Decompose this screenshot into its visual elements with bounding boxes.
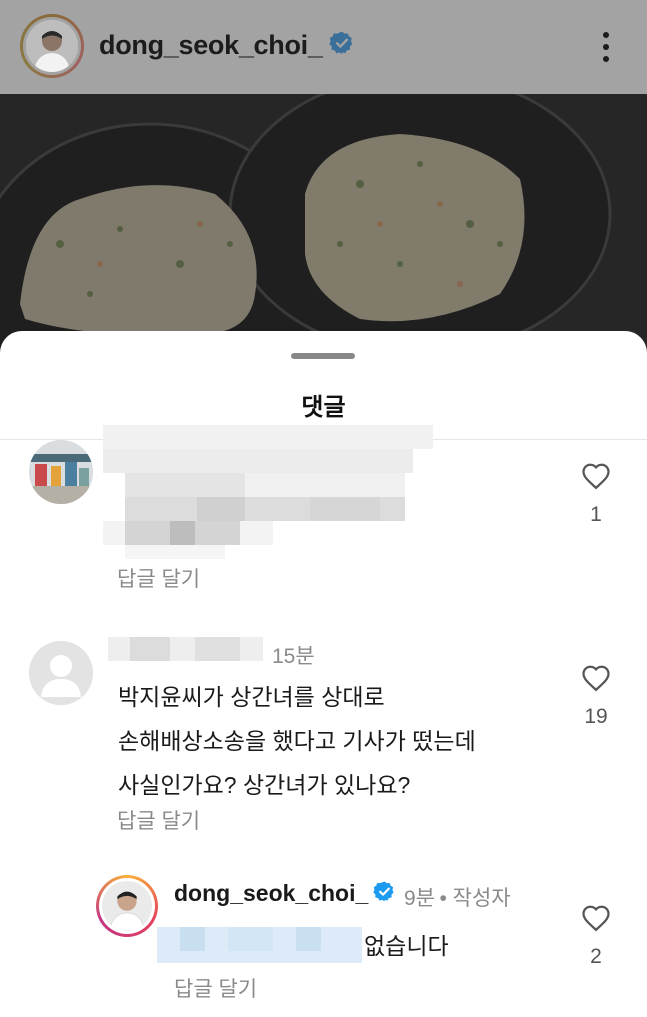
sheet-title: 댓글 (301, 394, 346, 421)
comments-sheet: 댓글 답글 달기 1 15분 박지윤씨가 상간녀를 상대로 손해배상소송을 했다… (0, 331, 647, 1017)
default-avatar-icon (29, 641, 93, 705)
post-username-text[interactable]: dong_seok_choi_ (99, 30, 323, 60)
comment-2-avatar[interactable] (29, 641, 93, 705)
reply-text: 없습니다 (364, 933, 449, 959)
verified-badge-icon (373, 880, 396, 909)
comment-2-reply-button[interactable]: 답글 달기 (117, 805, 200, 835)
reply-author-avatar[interactable] (96, 875, 158, 937)
comment-2-text-line-3: 사실인가요? 상간녀가 있나요? (118, 772, 411, 798)
post-username[interactable]: dong_seok_choi_ (99, 30, 355, 63)
post-photo (0, 94, 647, 354)
reply-reply-button[interactable]: 답글 달기 (174, 973, 257, 1003)
avatar-photo (23, 17, 81, 75)
sheet-drag-handle[interactable] (291, 353, 355, 359)
comment-2-like: 19 (576, 664, 616, 729)
reply-time: 9분 (404, 887, 435, 910)
comment-1-avatar[interactable] (29, 440, 93, 504)
meta-separator: • (439, 887, 453, 910)
reply-meta: 9분 • 작성자 (404, 882, 511, 912)
heart-icon[interactable] (581, 904, 611, 932)
reply-like: 2 (576, 904, 616, 969)
pancake-pan-image (0, 94, 647, 354)
comment-1-like-count: 1 (590, 503, 602, 526)
comment-1-reply-button[interactable]: 답글 달기 (117, 563, 200, 593)
comment-2-text: 박지윤씨가 상간녀를 상대로 손해배상소송을 했다고 기사가 떴는데 사실인가요… (118, 675, 476, 807)
person-icon (26, 20, 78, 72)
avatar-photo (29, 440, 93, 504)
comment-1-like: 1 (576, 462, 616, 527)
heart-icon[interactable] (581, 664, 611, 692)
heart-icon[interactable] (581, 462, 611, 490)
avatar-photo (102, 881, 152, 931)
author-tag: 작성자 (452, 887, 511, 910)
reply-username[interactable]: dong_seok_choi_ (174, 880, 368, 906)
post-header: dong_seok_choi_ (0, 0, 647, 94)
comment-2-like-count: 19 (584, 705, 608, 728)
more-vertical-icon[interactable] (596, 28, 616, 68)
comment-2-text-line-1: 박지윤씨가 상간녀를 상대로 (118, 684, 385, 710)
reply-header: dong_seok_choi_ (174, 880, 396, 909)
verified-badge-icon (328, 30, 355, 63)
reply-like-count: 2 (590, 945, 602, 968)
comment-2-time: 15분 (272, 645, 315, 668)
comment-2-text-line-2: 손해배상소송을 했다고 기사가 떴는데 (118, 728, 476, 754)
post-author-avatar[interactable] (20, 14, 84, 78)
